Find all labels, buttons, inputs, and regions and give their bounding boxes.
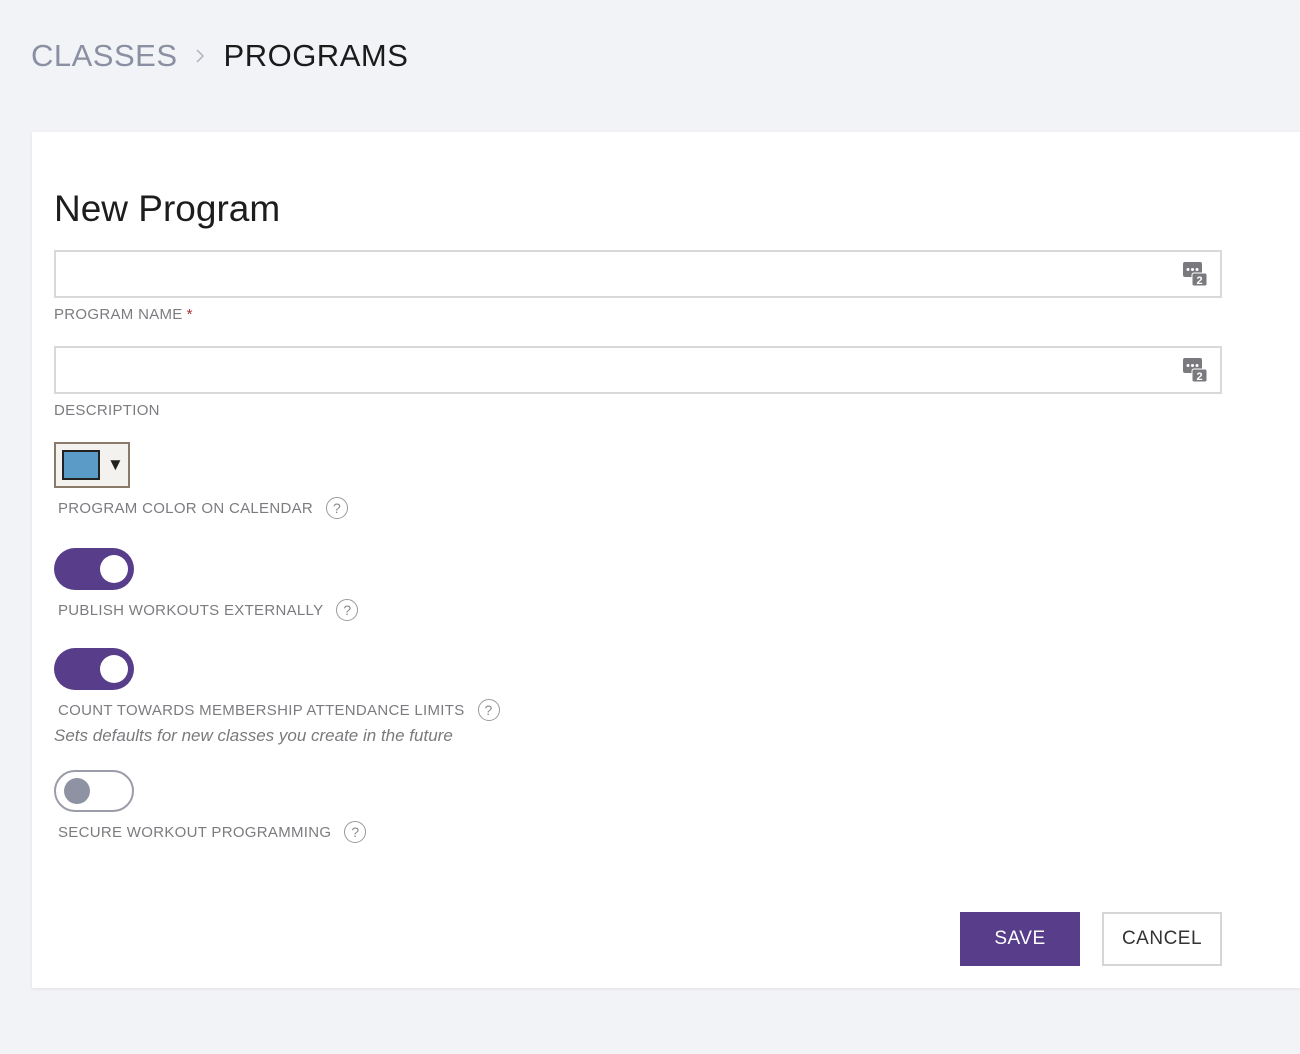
caret-down-icon: ▼ xyxy=(107,455,124,474)
count-attendance-label: COUNT TOWARDS MEMBERSHIP ATTENDANCE LIMI… xyxy=(58,699,500,721)
program-name-label: PROGRAM NAME * xyxy=(54,306,193,323)
cancel-button[interactable]: CANCEL xyxy=(1102,912,1222,966)
secure-programming-label: SECURE WORKOUT PROGRAMMING ? xyxy=(58,821,367,843)
description-input[interactable] xyxy=(56,348,1220,392)
save-button[interactable]: SAVE xyxy=(960,912,1080,966)
count-attendance-hint: Sets defaults for new classes you create… xyxy=(54,726,453,745)
program-color-picker[interactable]: ▼ xyxy=(54,442,130,488)
program-name-input[interactable] xyxy=(56,252,1220,296)
secure-programming-toggle[interactable] xyxy=(54,770,134,812)
page-title: New Program xyxy=(54,188,281,229)
svg-text:2: 2 xyxy=(1196,275,1202,287)
breadcrumb: CLASSES PROGRAMS xyxy=(31,38,408,74)
help-icon[interactable]: ? xyxy=(326,497,349,519)
help-icon[interactable]: ? xyxy=(344,821,367,843)
chevron-right-icon xyxy=(194,47,206,65)
help-icon[interactable]: ? xyxy=(336,599,359,621)
program-color-label: PROGRAM COLOR ON CALENDAR ? xyxy=(58,497,349,519)
count-attendance-toggle[interactable] xyxy=(54,648,134,690)
toggle-knob xyxy=(100,655,128,683)
toggle-knob xyxy=(100,555,128,583)
program-name-field[interactable]: 2 xyxy=(54,250,1222,298)
help-icon[interactable]: ? xyxy=(477,699,500,721)
translate-icon[interactable]: 2 xyxy=(1182,261,1208,287)
form-card: New Program 2 PROGRAM NAME * 2 DESCRIPTI… xyxy=(32,132,1300,988)
svg-text:2: 2 xyxy=(1196,371,1202,383)
required-marker: * xyxy=(186,306,193,323)
description-label: DESCRIPTION xyxy=(54,402,160,419)
toggle-knob xyxy=(64,778,90,804)
breadcrumb-current: PROGRAMS xyxy=(223,38,409,73)
description-field[interactable]: 2 xyxy=(54,346,1222,394)
publish-workouts-label: PUBLISH WORKOUTS EXTERNALLY ? xyxy=(58,599,359,621)
translate-icon[interactable]: 2 xyxy=(1182,357,1208,383)
color-swatch xyxy=(62,450,100,480)
publish-workouts-toggle[interactable] xyxy=(54,548,134,590)
breadcrumb-classes-link[interactable]: CLASSES xyxy=(31,38,178,74)
